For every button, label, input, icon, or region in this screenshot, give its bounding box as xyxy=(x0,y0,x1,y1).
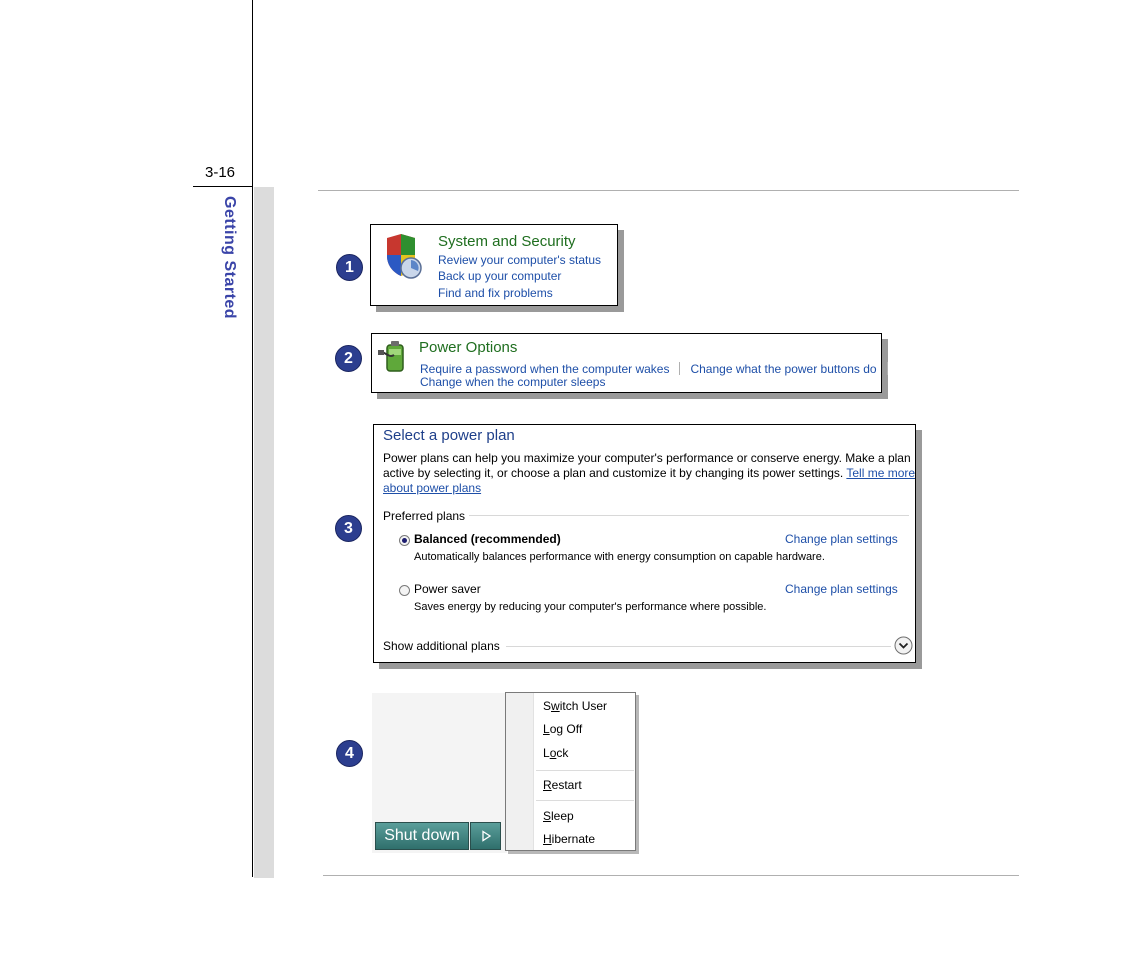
battery-icon xyxy=(377,339,412,375)
balanced-radio[interactable] xyxy=(399,535,410,546)
preferred-plans-divider xyxy=(469,515,909,516)
margin-line xyxy=(252,0,253,877)
page-number-rule xyxy=(193,186,253,187)
menu-item-lock[interactable]: Lock xyxy=(543,746,568,760)
additional-plans-divider xyxy=(506,646,891,647)
power-options-title[interactable]: Power Options xyxy=(419,339,517,356)
power-plan-title: Select a power plan xyxy=(383,427,515,444)
require-password-link[interactable]: Require a password when the computer wak… xyxy=(420,362,669,376)
power-options-panel: Power Options Require a password when th… xyxy=(371,333,888,393)
shield-icon xyxy=(383,234,423,282)
menu-item-hibernate[interactable]: Hibernate xyxy=(543,832,595,846)
link-separator xyxy=(886,362,888,375)
tell-me-more-link[interactable]: Tell me more xyxy=(846,466,915,480)
power-saver-change-settings-link[interactable]: Change plan settings xyxy=(785,582,898,596)
about-power-plans-link[interactable]: about power plans xyxy=(383,481,481,495)
page-number: 3-16 xyxy=(205,164,236,181)
menu-item-restart[interactable]: Restart xyxy=(543,778,582,792)
show-additional-plans-label[interactable]: Show additional plans xyxy=(383,639,500,653)
bottom-rule xyxy=(323,875,1019,876)
shut-down-button[interactable]: Shut down xyxy=(375,822,469,850)
link-separator xyxy=(679,362,681,375)
menu-separator xyxy=(536,800,634,801)
step-badge-3: 3 xyxy=(335,515,362,542)
step-badge-2: 2 xyxy=(335,345,362,372)
play-arrow-icon xyxy=(481,830,491,842)
power-buttons-link[interactable]: Change what the power buttons do xyxy=(690,362,876,376)
power-saver-plan-name[interactable]: Power saver xyxy=(414,582,481,596)
shutdown-options-menu: Switch User Log Off Lock Restart Sleep H… xyxy=(505,692,636,851)
power-plan-desc-line1: Power plans can help you maximize your c… xyxy=(383,451,911,465)
power-saver-radio[interactable] xyxy=(399,585,410,596)
find-fix-link[interactable]: Find and fix problems xyxy=(438,286,553,300)
balanced-plan-desc: Automatically balances performance with … xyxy=(414,551,825,563)
shutdown-options-arrow-button[interactable] xyxy=(470,822,501,850)
balanced-plan-name[interactable]: Balanced (recommended) xyxy=(414,532,561,546)
power-plan-desc-line2: active by selecting it, or choose a plan… xyxy=(383,466,915,480)
back-up-link[interactable]: Back up your computer xyxy=(438,269,561,283)
preferred-plans-label: Preferred plans xyxy=(383,509,466,523)
step-badge-4: 4 xyxy=(336,740,363,767)
side-title: Getting Started xyxy=(221,196,238,320)
menu-item-sleep[interactable]: Sleep xyxy=(543,809,574,823)
change-sleep-link[interactable]: Change when the computer sleeps xyxy=(420,375,605,389)
system-security-title[interactable]: System and Security xyxy=(438,233,576,250)
menu-item-log-off[interactable]: Log Off xyxy=(543,722,582,736)
power-plan-panel: Select a power plan Power plans can help… xyxy=(373,424,916,663)
step-badge-1: 1 xyxy=(336,254,363,281)
menu-separator xyxy=(536,770,634,771)
expand-chevron-icon[interactable] xyxy=(894,636,913,655)
power-saver-plan-desc: Saves energy by reducing your computer's… xyxy=(414,601,767,613)
menu-icon-strip xyxy=(506,693,534,850)
system-security-panel: System and Security Review your computer… xyxy=(370,224,618,306)
top-rule xyxy=(318,190,1019,191)
balanced-change-settings-link[interactable]: Change plan settings xyxy=(785,532,898,546)
power-plan-desc-text: active by selecting it, or choose a plan… xyxy=(383,466,844,480)
review-status-link[interactable]: Review your computer's status xyxy=(438,253,601,267)
side-bar xyxy=(254,187,274,878)
menu-item-switch-user[interactable]: Switch User xyxy=(543,699,607,713)
